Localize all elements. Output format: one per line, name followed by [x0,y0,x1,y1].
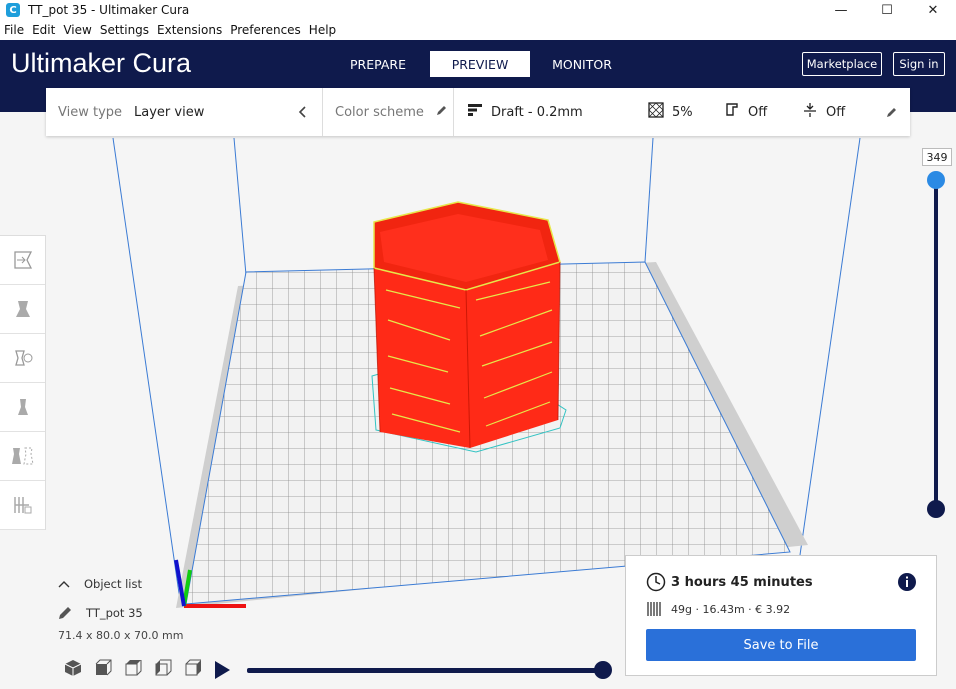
minimize-button[interactable]: — [818,0,864,20]
object-list-label: Object list [84,577,142,591]
top-view-icon[interactable] [118,658,148,678]
clock-icon [646,572,666,596]
play-icon[interactable] [215,661,230,679]
rotate-tool-button[interactable] [0,334,45,383]
view-settings-bar: View type Layer view Color scheme Draft … [46,88,910,136]
marketplace-button[interactable]: Marketplace [802,52,882,76]
view-type-value: Layer view [134,104,205,120]
support-icon [724,102,740,122]
close-button[interactable]: ✕ [910,0,956,20]
per-model-settings-button[interactable] [0,432,45,481]
sign-in-button[interactable]: Sign in [893,52,945,76]
adhesion-value: Off [826,104,846,120]
chevron-up-icon [58,581,70,588]
menu-edit[interactable]: Edit [28,23,59,37]
cura-app-icon: C [6,3,20,17]
tool-panel [0,235,46,530]
layer-slider-upper-handle[interactable] [927,171,945,189]
save-to-file-button[interactable]: Save to File [646,629,916,661]
object-name: TT_pot 35 [86,606,143,620]
menu-file[interactable]: File [0,23,28,37]
info-icon[interactable] [897,572,917,596]
menu-preferences[interactable]: Preferences [226,23,305,37]
adhesion-icon [802,102,818,122]
scale-tool-button[interactable] [0,285,45,334]
3d-view-icon[interactable] [58,658,88,678]
support-value: Off [748,104,768,120]
window-title-bar: C TT_pot 35 - Ultimaker Cura — ☐ ✕ [0,0,956,20]
profile-icon [467,103,483,121]
chevron-left-icon[interactable] [298,88,308,136]
view-orientation-buttons [58,658,208,678]
material-usage: 49g · 16.43m · € 3.92 [671,603,791,616]
profile-value: Draft - 0.2mm [491,104,583,120]
maximize-button[interactable]: ☐ [864,0,910,20]
ultimaker-cura-logo: Ultimaker Cura [11,48,191,79]
edit-settings-pencil-icon[interactable] [886,88,897,136]
menu-extensions[interactable]: Extensions [153,23,226,37]
print-time: 3 hours 45 minutes [671,575,813,590]
menu-help[interactable]: Help [305,23,340,37]
color-scheme-button[interactable]: Color scheme [335,88,447,136]
menu-settings[interactable]: Settings [96,23,153,37]
infill-value: 5% [672,104,693,120]
window-title: TT_pot 35 - Ultimaker Cura [28,3,190,17]
right-view-icon[interactable] [178,658,208,678]
support-blocker-button[interactable] [0,481,45,530]
tab-prepare[interactable]: PREPARE [328,51,428,77]
object-list-toggle[interactable]: Object list [58,574,143,594]
print-info-panel: 3 hours 45 minutes 49g · 16.43m · € 3.92… [625,555,937,676]
layer-path-slider[interactable] [247,668,605,673]
infill-setting[interactable]: 5% [648,88,693,136]
layer-slider-track[interactable] [934,180,938,510]
menu-view[interactable]: View [59,23,95,37]
object-list-panel: Object list TT_pot 35 [58,574,143,623]
pencil-icon [59,607,71,619]
tab-preview[interactable]: PREVIEW [430,51,530,77]
tab-monitor[interactable]: MONITOR [532,51,632,77]
adhesion-setting[interactable]: Off [802,88,845,136]
layer-path-handle[interactable] [594,661,612,679]
support-setting[interactable]: Off [724,88,767,136]
spool-icon [647,601,663,621]
mirror-tool-button[interactable] [0,383,45,432]
pencil-icon [436,105,447,120]
logo-light: Cura [132,48,192,78]
logo-bold: Ultimaker [11,48,126,78]
object-name-row[interactable]: TT_pot 35 [58,603,143,623]
left-view-icon[interactable] [148,658,178,678]
layer-number-field[interactable]: 349 [922,148,952,166]
stage-tabs: PREPARE PREVIEW MONITOR [328,51,634,77]
view-type-label: View type [58,104,123,120]
color-scheme-label: Color scheme [335,104,424,120]
front-view-icon[interactable] [88,658,118,678]
move-tool-button[interactable] [0,236,45,285]
view-type-selector[interactable]: View type Layer view [58,88,204,136]
infill-icon [648,102,664,122]
menu-bar: File Edit View Settings Extensions Prefe… [0,20,956,40]
print-profile-selector[interactable]: Draft - 0.2mm [467,88,583,136]
object-dimensions: 71.4 x 80.0 x 70.0 mm [58,629,184,642]
layer-slider-lower-handle[interactable] [927,500,945,518]
